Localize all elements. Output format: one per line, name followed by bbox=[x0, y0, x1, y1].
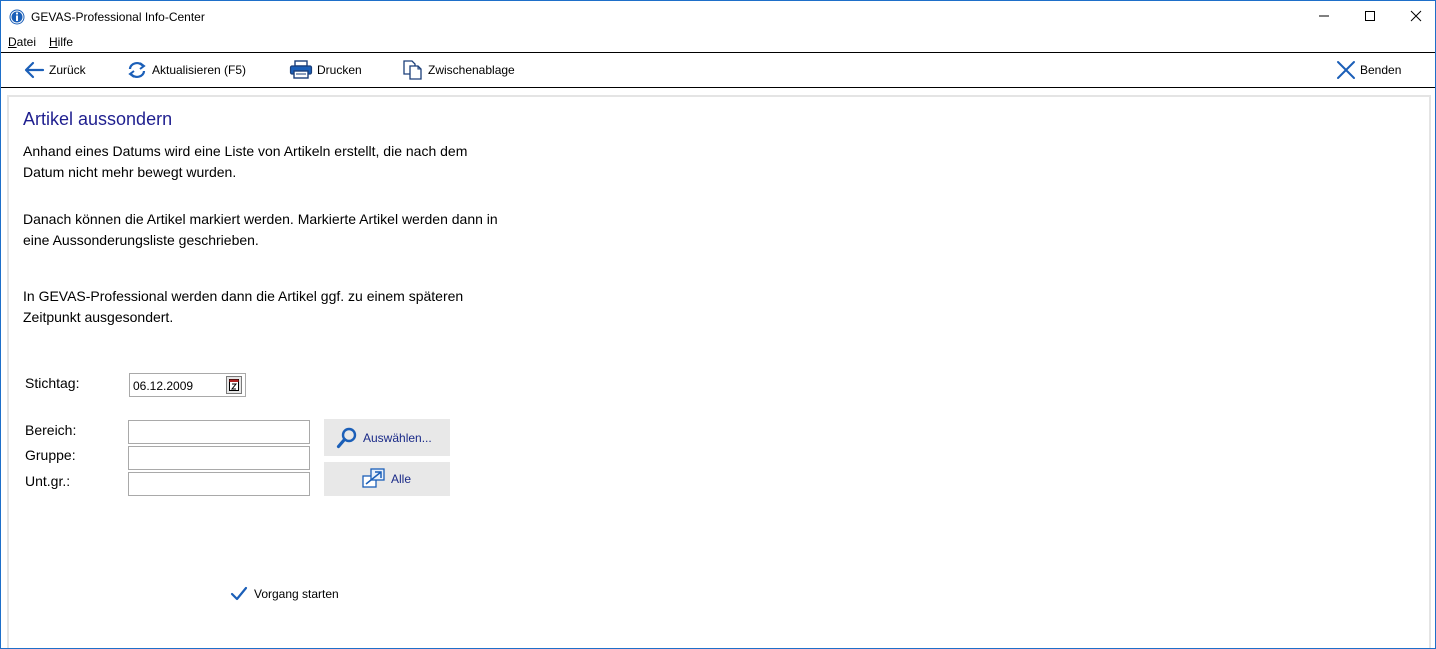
page-title: Artikel aussondern bbox=[23, 109, 173, 129]
untgr-label: Unt.gr.: bbox=[25, 473, 71, 489]
description-paragraph-1: Anhand eines Datums wird eine Liste von … bbox=[23, 143, 468, 180]
stichtag-value: 06.12.2009 bbox=[133, 379, 194, 393]
description-paragraph-2: Danach können die Artikel markiert werde… bbox=[23, 211, 498, 248]
window-title: GEVAS-Professional Info-Center bbox=[31, 10, 205, 24]
clipboard-button[interactable]: Zwischenablage bbox=[402, 53, 515, 87]
minimize-icon bbox=[1319, 15, 1329, 17]
exit-button[interactable]: Benden bbox=[1336, 53, 1401, 87]
bereich-label: Bereich: bbox=[25, 422, 77, 438]
start-process-button[interactable]: Vorgang starten bbox=[230, 586, 339, 602]
back-label: Zurück bbox=[49, 63, 86, 77]
content-panel: Artikel aussondern Anhand eines Datums w… bbox=[7, 95, 1431, 648]
calendar-icon bbox=[229, 379, 239, 391]
date-picker-button[interactable] bbox=[226, 376, 242, 394]
start-process-label: Vorgang starten bbox=[254, 587, 339, 601]
select-button[interactable]: Auswählen... bbox=[324, 419, 450, 456]
print-button[interactable]: Drucken bbox=[289, 53, 362, 87]
close-icon bbox=[1410, 10, 1422, 22]
menu-hilfe-label: ilfe bbox=[57, 35, 74, 49]
exit-label: Benden bbox=[1360, 63, 1402, 77]
menu-datei[interactable]: Datei bbox=[8, 35, 36, 49]
stichtag-date-field[interactable]: 06.12.2009 bbox=[129, 373, 246, 397]
arrow-left-icon bbox=[24, 61, 45, 79]
stichtag-label: Stichtag: bbox=[25, 375, 80, 391]
maximize-icon bbox=[1365, 11, 1375, 21]
all-button-label: Alle bbox=[391, 472, 412, 486]
untgr-input[interactable] bbox=[128, 472, 310, 496]
menu-datei-label: atei bbox=[16, 35, 37, 49]
app-window: GEVAS-Professional Info-Center Datei Hil… bbox=[0, 0, 1436, 649]
refresh-button[interactable]: Aktualisieren (F5) bbox=[126, 53, 246, 87]
gruppe-input[interactable] bbox=[128, 446, 310, 470]
refresh-label: Aktualisieren (F5) bbox=[152, 63, 247, 77]
clipboard-label: Zwischenablage bbox=[428, 63, 515, 77]
back-button[interactable]: Zurück bbox=[23, 53, 86, 87]
toolbar: Zurück Aktualisieren (F5) Drucken Zwisch… bbox=[1, 52, 1435, 88]
close-window-button[interactable] bbox=[1393, 1, 1435, 31]
select-all-icon bbox=[362, 468, 385, 488]
print-label: Drucken bbox=[317, 63, 362, 77]
all-button[interactable]: Alle bbox=[324, 462, 450, 496]
maximize-button[interactable] bbox=[1347, 1, 1393, 31]
gruppe-label: Gruppe: bbox=[25, 447, 76, 463]
bereich-input[interactable] bbox=[128, 420, 310, 444]
menu-hilfe-accel: H bbox=[49, 35, 58, 49]
menu-bar: Datei Hilfe bbox=[1, 32, 1435, 52]
copy-icon bbox=[403, 60, 422, 80]
search-icon bbox=[336, 427, 357, 448]
close-x-icon bbox=[1337, 61, 1355, 79]
printer-icon bbox=[289, 60, 313, 79]
info-icon bbox=[9, 9, 25, 25]
menu-hilfe[interactable]: Hilfe bbox=[49, 35, 73, 49]
title-bar: GEVAS-Professional Info-Center bbox=[1, 1, 1435, 32]
select-button-label: Auswählen... bbox=[363, 430, 432, 445]
menu-datei-accel: D bbox=[8, 35, 17, 49]
checkmark-icon bbox=[230, 586, 248, 601]
minimize-button[interactable] bbox=[1301, 1, 1347, 31]
description-paragraph-3: In GEVAS-Professional werden dann die Ar… bbox=[23, 288, 464, 325]
refresh-icon bbox=[128, 62, 146, 78]
